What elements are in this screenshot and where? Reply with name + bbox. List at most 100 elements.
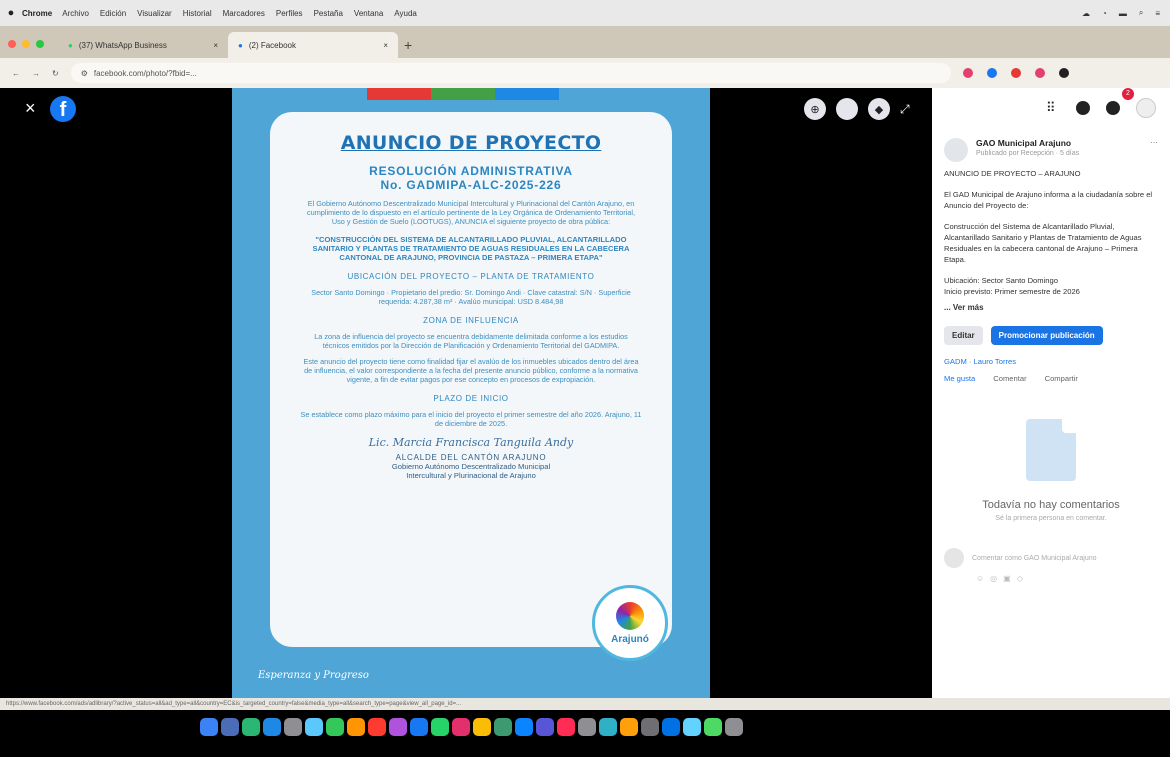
profile-icon[interactable] xyxy=(1058,68,1069,78)
menu-visualizar[interactable]: Visualizar xyxy=(137,9,172,18)
extension-icon[interactable] xyxy=(1010,68,1021,78)
post-start: Inicio previsto: Primer semestre de 2026 xyxy=(944,287,1080,296)
dock-app-icon[interactable] xyxy=(221,718,239,736)
zoom-window-button[interactable] xyxy=(36,40,44,48)
zoom-in-icon[interactable]: ⊕ xyxy=(804,98,826,120)
dock-app-icon[interactable] xyxy=(641,718,659,736)
edit-button[interactable]: Editar xyxy=(944,326,983,345)
extension-icon[interactable] xyxy=(1034,68,1045,78)
window-controls xyxy=(8,30,44,58)
close-tab-icon[interactable]: × xyxy=(383,41,388,50)
search-icon[interactable]: ⌕ xyxy=(1139,8,1143,18)
dock-app-icon[interactable] xyxy=(347,718,365,736)
comment-button[interactable]: Comentar xyxy=(993,374,1026,383)
post-author[interactable]: GAO Municipal Arajuno xyxy=(976,138,1079,148)
menu-ventana[interactable]: Ventana xyxy=(354,9,383,18)
menu-historial[interactable]: Historial xyxy=(183,9,212,18)
extension-icon[interactable] xyxy=(986,68,997,78)
menu-ayuda[interactable]: Ayuda xyxy=(394,9,417,18)
dock-app-icon[interactable] xyxy=(599,718,617,736)
url-field[interactable]: ⚙ facebook.com/photo/?fbid=... xyxy=(70,63,951,83)
minimize-window-button[interactable] xyxy=(22,40,30,48)
menu-perfiles[interactable]: Perfiles xyxy=(276,9,303,18)
dock-app-icon[interactable] xyxy=(494,718,512,736)
tab-whatsapp[interactable]: ● (37) WhatsApp Business × xyxy=(58,32,228,58)
page-avatar[interactable] xyxy=(944,138,968,162)
post-location: Ubicación: Sector Santo Domingo xyxy=(944,276,1058,285)
sticker-icon[interactable]: ◇ xyxy=(1017,574,1029,583)
camera-icon[interactable]: ◎ xyxy=(990,574,1003,583)
menu-grid-icon[interactable]: ⠿ xyxy=(1046,100,1060,115)
dock-app-icon[interactable] xyxy=(284,718,302,736)
extension-icon[interactable] xyxy=(962,68,973,78)
dock-app-icon[interactable] xyxy=(536,718,554,736)
dock-app-icon[interactable] xyxy=(431,718,449,736)
close-tab-icon[interactable]: × xyxy=(213,41,218,50)
dock-app-icon[interactable] xyxy=(263,718,281,736)
post-stats[interactable]: GADM · Lauro Torres xyxy=(932,353,1170,370)
dock-app-icon[interactable] xyxy=(473,718,491,736)
close-window-button[interactable] xyxy=(8,40,16,48)
dock-app-icon[interactable] xyxy=(368,718,386,736)
tab-facebook[interactable]: ● (2) Facebook × xyxy=(228,32,398,58)
sidebar-top-icons: ⠿ 2 xyxy=(932,88,1170,128)
gif-icon[interactable]: ▣ xyxy=(1003,574,1017,583)
dock-app-icon[interactable] xyxy=(662,718,680,736)
dock-app-icon[interactable] xyxy=(683,718,701,736)
menu-edicion[interactable]: Edición xyxy=(100,9,126,18)
dock-app-icon[interactable] xyxy=(452,718,470,736)
dock-app-icon[interactable] xyxy=(515,718,533,736)
battery-icon[interactable]: ▬ xyxy=(1119,9,1127,18)
dock-app-icon[interactable] xyxy=(242,718,260,736)
dock-app-icon[interactable] xyxy=(326,718,344,736)
tag-icon[interactable]: ◆ xyxy=(868,98,890,120)
more-options-icon[interactable]: ··· xyxy=(1150,138,1158,162)
promote-button[interactable]: Promocionar publicación xyxy=(990,326,1103,345)
menu-pestana[interactable]: Pestaña xyxy=(314,9,343,18)
profile-avatar[interactable] xyxy=(1136,98,1156,118)
reload-icon[interactable]: ↻ xyxy=(52,69,59,78)
comment-input[interactable]: Comentar como GAO Municipal Arajuno xyxy=(972,555,1097,562)
dock-app-icon[interactable] xyxy=(200,718,218,736)
forward-icon[interactable]: → xyxy=(32,69,40,78)
plazo-body: Se establece como plazo máximo para el i… xyxy=(300,410,642,428)
site-info-icon[interactable]: ⚙ xyxy=(81,69,88,78)
dock-app-icon[interactable] xyxy=(389,718,407,736)
menu-archivo[interactable]: Archivo xyxy=(62,9,89,18)
dock-app-icon[interactable] xyxy=(578,718,596,736)
poster-card: ANUNCIO DE PROYECTO RESOLUCIÓN ADMINISTR… xyxy=(270,112,672,647)
close-viewer-icon[interactable]: × xyxy=(25,98,36,119)
share-button[interactable]: Compartir xyxy=(1045,374,1078,383)
dock-app-icon[interactable] xyxy=(725,718,743,736)
cloud-icon[interactable]: ☁ xyxy=(1082,9,1090,18)
commenter-avatar xyxy=(944,548,964,568)
zoom-out-icon[interactable] xyxy=(836,98,858,120)
post-buttons: Editar Promocionar publicación xyxy=(932,318,1170,353)
dock-app-icon[interactable] xyxy=(410,718,428,736)
tab-label: (37) WhatsApp Business xyxy=(78,40,167,50)
poster-title: ANUNCIO DE PROYECTO xyxy=(340,132,602,154)
comment-tools: ☺◎▣◇ xyxy=(932,568,1170,589)
fullscreen-icon[interactable]: ⤢ xyxy=(900,98,916,120)
viewer-controls: ⊕ ◆ ⤢ xyxy=(804,98,916,120)
like-button[interactable]: Me gusta xyxy=(944,374,975,383)
dock-app-icon[interactable] xyxy=(620,718,638,736)
back-icon[interactable]: ← xyxy=(12,69,20,78)
dock-app-icon[interactable] xyxy=(305,718,323,736)
new-tab-button[interactable]: + xyxy=(404,32,412,58)
messenger-icon[interactable] xyxy=(1076,101,1090,115)
wifi-icon[interactable]: ◔ xyxy=(1102,9,1107,18)
dock-app-icon[interactable] xyxy=(704,718,722,736)
tab-strip: ● (37) WhatsApp Business × ● (2) Faceboo… xyxy=(0,26,1170,58)
emoji-icon[interactable]: ☺ xyxy=(976,574,990,583)
control-center-icon[interactable]: ≡ xyxy=(1155,9,1160,18)
facebook-logo-icon[interactable]: f xyxy=(50,96,76,122)
notifications-icon[interactable] xyxy=(1106,101,1120,115)
signature: Lic. Marcia Francisca Tanguila Andy xyxy=(368,436,574,449)
app-name[interactable]: Chrome xyxy=(22,9,52,18)
dock-app-icon[interactable] xyxy=(557,718,575,736)
menu-marcadores[interactable]: Marcadores xyxy=(223,9,265,18)
see-more-link[interactable]: ... Ver más xyxy=(932,297,1170,318)
plazo-title: PLAZO DE INICIO xyxy=(433,394,509,403)
apple-icon[interactable]: ● xyxy=(0,7,22,19)
